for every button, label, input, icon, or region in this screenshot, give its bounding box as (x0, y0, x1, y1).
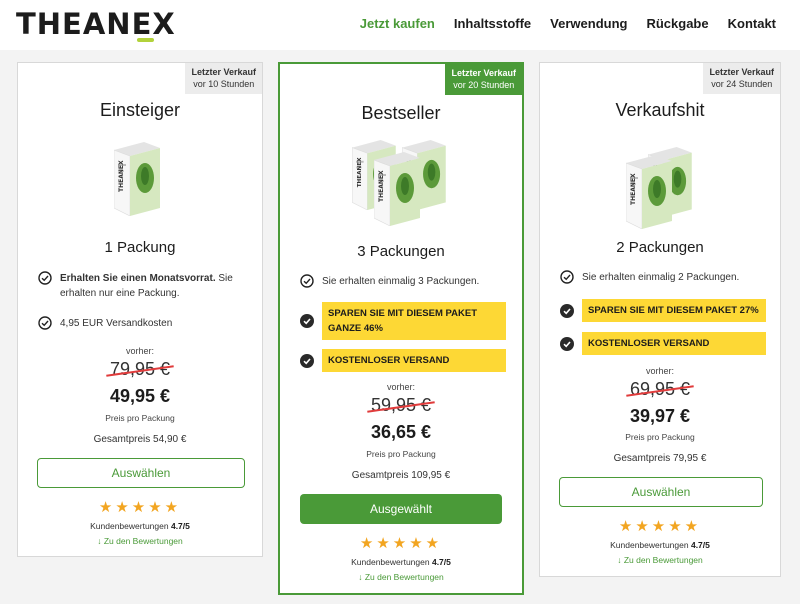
total-price: Gesamtpreis 54,90 € (93, 434, 187, 445)
check-circle-icon (300, 274, 314, 288)
pack-count: 3 Packungen (357, 243, 445, 260)
check-circle-icon (38, 271, 52, 285)
old-price-value: 79,95 € (109, 359, 171, 379)
box-icon (114, 142, 160, 216)
nav-item-verwendung[interactable]: Verwendung (550, 16, 627, 31)
offer-card-bestseller[interactable]: Letzter Verkauf vor 20 Stunden Bestselle… (278, 62, 524, 595)
new-price: 36,65 € (370, 422, 432, 442)
check-circle-icon (560, 270, 574, 284)
reviews-link[interactable]: ↓ Zu den Bewertungen (18, 536, 262, 546)
price-per-pack-label: Preis pro Packung (105, 413, 175, 423)
plan-title: Verkaufshit (615, 100, 705, 120)
feature-bold-text: Erhalten Sie einen Monatsvorrat. (60, 273, 216, 284)
box-icon (352, 140, 446, 226)
new-price: 49,95 € (109, 386, 171, 406)
last-sale-label: Letzter Verkauf (709, 67, 774, 77)
feature-text: Erhalten Sie einen Monatsvorrat. Sie erh… (60, 271, 248, 301)
last-sale-time: vor 10 Stunden (193, 79, 255, 89)
rating-stars-icon: ★★★★★ (359, 535, 443, 552)
feature-text: SPAREN SIE MIT DIESEM PAKET 27% (582, 299, 766, 322)
old-price-value: 69,95 € (629, 379, 691, 399)
logo-accent-bar (137, 38, 154, 42)
product-image (280, 136, 522, 228)
feature-text: Sie erhalten einmalig 3 Packungen. (322, 276, 480, 287)
last-sale-badge: Letzter Verkauf vor 20 Stunden (445, 64, 522, 95)
reviews-link[interactable]: ↓ Zu den Bewertungen (280, 572, 522, 582)
select-button[interactable]: Auswählen (559, 477, 763, 507)
reviews-label: Kundenbewertungen (351, 557, 430, 567)
check-circle-filled-icon (300, 314, 314, 328)
old-price-value: 59,95 € (370, 395, 432, 415)
total-price: Gesamtpreis 109,95 € (351, 470, 451, 481)
feature-item: Sie erhalten einmalig 3 Packungen. (300, 274, 510, 289)
rating-stars-icon: ★★★★★ (98, 499, 182, 516)
check-circle-icon (38, 316, 52, 330)
feature-item-highlight: SPAREN SIE MIT DIESEM PAKET GANZE 46% (300, 302, 506, 340)
select-button[interactable]: Auswählen (37, 458, 245, 488)
feature-item: Erhalten Sie einen Monatsvorrat. Sie erh… (38, 271, 248, 301)
old-price: 69,95 € (540, 379, 780, 400)
plan-title: Bestseller (361, 103, 441, 123)
last-sale-badge: Letzter Verkauf vor 10 Stunden (185, 63, 262, 94)
feature-item: Sie erhalten einmalig 2 Packungen. (560, 270, 770, 285)
last-sale-time: vor 20 Stunden (453, 80, 515, 90)
feature-text: Sie erhalten einmalig 2 Packungen. (582, 272, 740, 283)
reviews-score: 4.7/5 (431, 557, 451, 567)
reviews-summary: Kundenbewertungen 4.7/5 (18, 521, 262, 531)
product-image (540, 143, 780, 229)
main-nav: Jetzt kaufen Inhaltsstoffe Verwendung Rü… (360, 16, 776, 31)
brand-logo[interactable]: THEANEX (16, 9, 176, 39)
reviews-summary: Kundenbewertungen 4.7/5 (540, 540, 780, 550)
reviews-link[interactable]: ↓ Zu den Bewertungen (540, 555, 780, 565)
nav-item-kontakt[interactable]: Kontakt (728, 16, 776, 31)
reviews-label: Kundenbewertungen (90, 521, 169, 531)
offer-card-verkaufshit[interactable]: Letzter Verkauf vor 24 Stunden Verkaufsh… (539, 62, 781, 577)
reviews-score: 4.7/5 (170, 521, 190, 531)
feature-text: KOSTENLOSER VERSAND (582, 332, 766, 355)
feature-item-highlight: KOSTENLOSER VERSAND (300, 349, 506, 372)
feature-item-highlight: KOSTENLOSER VERSAND (560, 332, 766, 355)
previous-price-label: vorher: (645, 366, 674, 376)
last-sale-time: vor 24 Stunden (711, 79, 773, 89)
feature-text: SPAREN SIE MIT DIESEM PAKET GANZE 46% (322, 302, 506, 340)
price-per-pack-label: Preis pro Packung (366, 449, 436, 459)
pack-count: 2 Packungen (616, 239, 704, 256)
selected-button[interactable]: Ausgewählt (300, 494, 502, 524)
reviews-score: 4.7/5 (690, 540, 710, 550)
offer-card-einsteiger[interactable]: Letzter Verkauf vor 10 Stunden Einsteige… (17, 62, 263, 557)
previous-price-label: vorher: (386, 382, 415, 392)
feature-text: 4,95 EUR Versandkosten (60, 318, 173, 329)
feature-item: 4,95 EUR Versandkosten (38, 316, 248, 331)
rating-stars-icon: ★★★★★ (618, 518, 702, 535)
new-price: 39,97 € (629, 406, 691, 426)
plan-title: Einsteiger (99, 100, 181, 120)
check-circle-filled-icon (560, 304, 574, 318)
reviews-summary: Kundenbewertungen 4.7/5 (280, 557, 522, 567)
product-image (18, 139, 262, 219)
pack-count: 1 Packung (104, 239, 176, 256)
total-price: Gesamtpreis 79,95 € (613, 453, 707, 464)
check-circle-filled-icon (560, 337, 574, 351)
last-sale-badge: Letzter Verkauf vor 24 Stunden (703, 63, 780, 94)
site-header: THEANEX Jetzt kaufen Inhaltsstoffe Verwe… (0, 0, 800, 50)
reviews-label: Kundenbewertungen (610, 540, 689, 550)
last-sale-label: Letzter Verkauf (451, 68, 516, 78)
last-sale-label: Letzter Verkauf (191, 67, 256, 77)
nav-item-inhaltsstoffe[interactable]: Inhaltsstoffe (454, 16, 531, 31)
feature-text: KOSTENLOSER VERSAND (322, 349, 506, 372)
feature-item-highlight: SPAREN SIE MIT DIESEM PAKET 27% (560, 299, 766, 322)
nav-item-rueckgabe[interactable]: Rückgabe (646, 16, 708, 31)
box-icon (626, 147, 692, 229)
old-price: 79,95 € (18, 359, 262, 380)
previous-price-label: vorher: (125, 346, 154, 356)
price-per-pack-label: Preis pro Packung (625, 432, 695, 442)
old-price: 59,95 € (280, 395, 522, 416)
check-circle-filled-icon (300, 354, 314, 368)
nav-item-jetzt-kaufen[interactable]: Jetzt kaufen (360, 16, 435, 31)
